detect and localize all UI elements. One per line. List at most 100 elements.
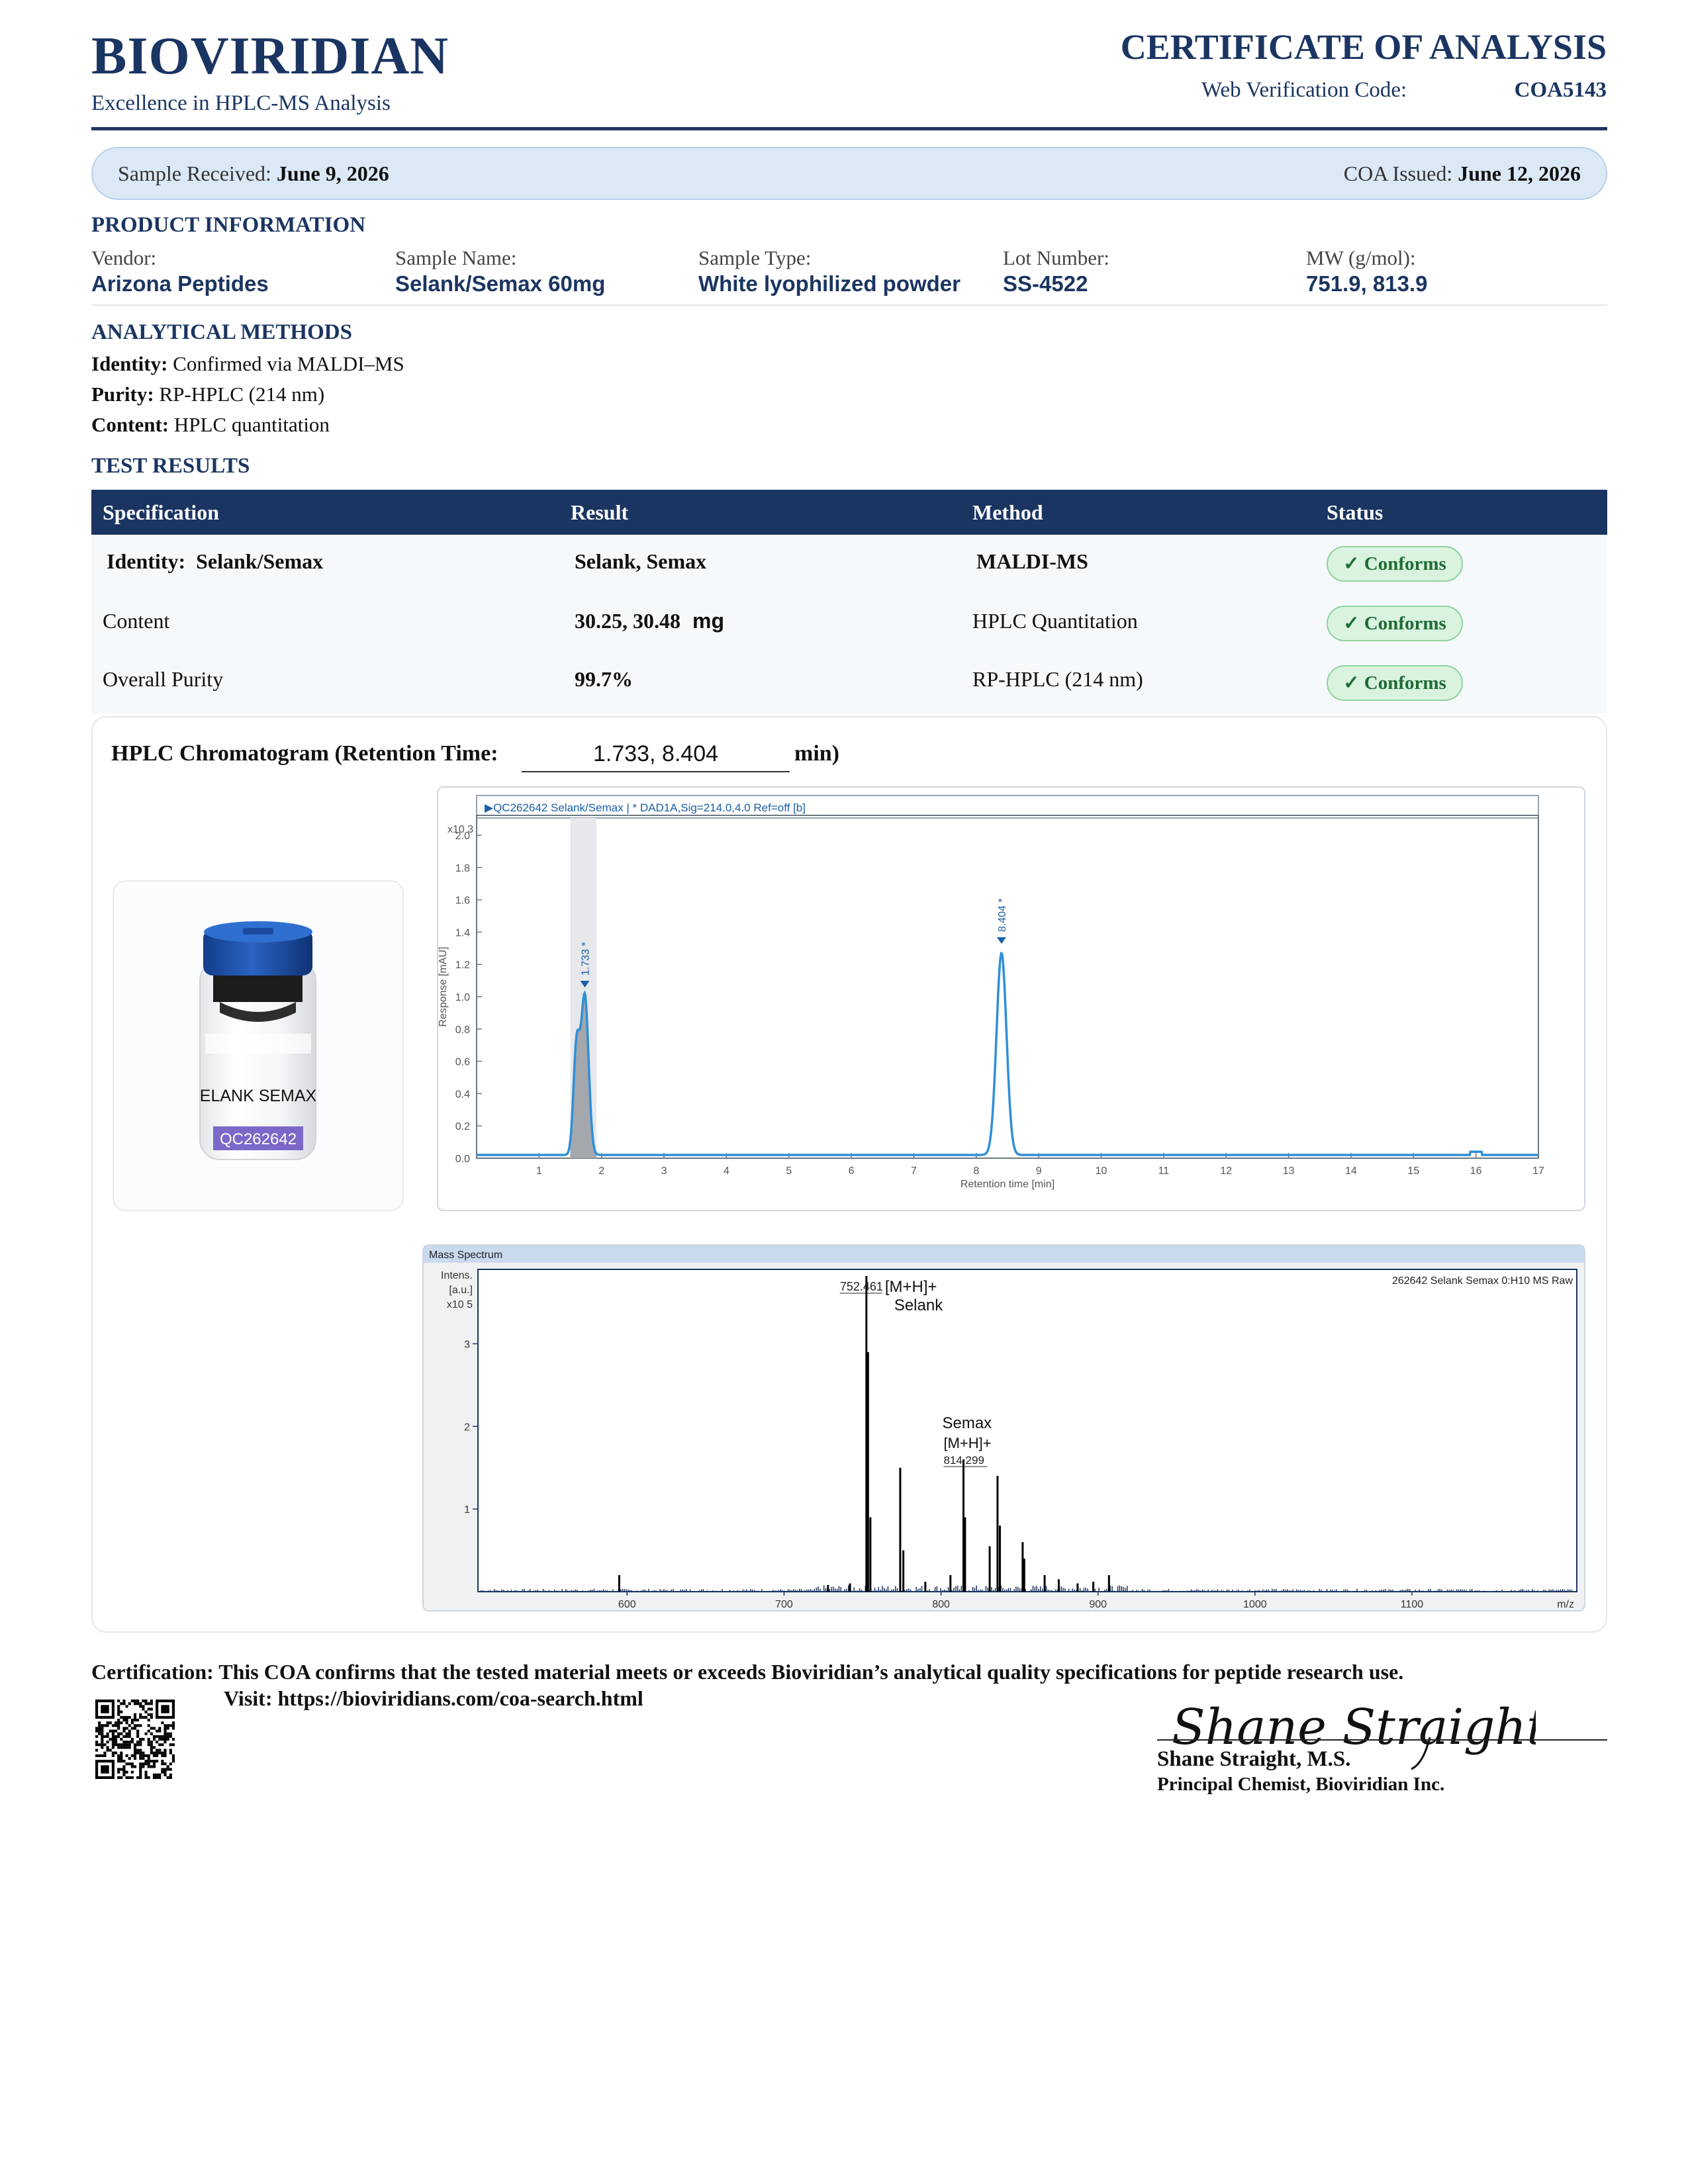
- qr-module: [120, 1768, 123, 1771]
- retention-time-unit: min): [794, 741, 839, 766]
- semax-name-label: Semax: [942, 1414, 992, 1432]
- ms-y-tick-label: 3: [464, 1339, 470, 1350]
- qr-module: [122, 1735, 126, 1738]
- qr-module: [128, 1715, 131, 1719]
- qr-module: [164, 1729, 167, 1733]
- qr-module: [136, 1732, 140, 1735]
- lot-number-label: Lot Number:: [1003, 246, 1109, 269]
- header-divider: [91, 127, 1607, 130]
- qr-module: [133, 1715, 137, 1719]
- qr-module: [130, 1721, 134, 1725]
- qr-module: [133, 1718, 137, 1722]
- qr-module: [120, 1776, 123, 1779]
- qr-module: [117, 1713, 120, 1716]
- qr-module: [152, 1751, 156, 1754]
- qr-module: [125, 1770, 128, 1774]
- signer-name: Shane Straight, M.S.: [1157, 1747, 1351, 1771]
- qr-module: [142, 1737, 145, 1741]
- date-bar: Sample Received: June 9, 2026 COA Issued…: [91, 147, 1607, 200]
- qr-module: [136, 1729, 140, 1733]
- peak-label: 1.733 *: [581, 942, 592, 976]
- qr-module: [164, 1741, 167, 1744]
- qr-module: [150, 1727, 153, 1730]
- qr-module: [117, 1770, 120, 1774]
- qr-module: [136, 1702, 140, 1706]
- plot-area: [476, 815, 1539, 1159]
- qr-module: [166, 1735, 169, 1738]
- qr-module: [171, 1754, 175, 1757]
- qr-module: [98, 1732, 101, 1735]
- qr-module: [161, 1743, 164, 1747]
- qr-module: [122, 1773, 126, 1776]
- qr-module: [171, 1756, 175, 1760]
- ms-x-tick-label: 700: [775, 1599, 793, 1610]
- purity-status-badge: ✓ Conforms: [1327, 665, 1463, 701]
- qr-module: [147, 1756, 150, 1760]
- qr-module: [147, 1754, 150, 1757]
- col-method: Method: [972, 500, 1043, 524]
- ms-file-label: 262642 Selank Semax 0:H10 MS Raw: [1392, 1275, 1573, 1287]
- sample-name-value: Selank/Semax 60mg: [395, 271, 606, 296]
- qr-module: [164, 1770, 167, 1774]
- qr-module: [161, 1751, 164, 1754]
- purity-result: 99.7%: [575, 667, 633, 691]
- qr-module: [164, 1751, 167, 1754]
- qr-module: [156, 1776, 159, 1779]
- qr-module: [95, 1735, 99, 1738]
- x-tick-label: 14: [1345, 1165, 1357, 1177]
- qr-module: [158, 1727, 162, 1730]
- qr-module: [125, 1705, 128, 1708]
- visit-url[interactable]: https://bioviridians.com/coa-search.html: [277, 1686, 643, 1710]
- x-tick-label: 5: [786, 1165, 792, 1177]
- x-tick-label: 8: [973, 1165, 979, 1177]
- qr-module: [111, 1741, 115, 1744]
- col-result: Result: [571, 500, 629, 524]
- qr-module: [130, 1727, 134, 1730]
- qr-module: [125, 1727, 128, 1730]
- qr-module: [139, 1765, 142, 1768]
- qr-code-icon[interactable]: [95, 1700, 175, 1779]
- method-content-value: HPLC quantitation: [173, 413, 330, 436]
- qr-module: [166, 1724, 169, 1727]
- qr-module: [133, 1756, 137, 1760]
- qr-module: [164, 1735, 167, 1738]
- content-status-badge: ✓ Conforms: [1327, 606, 1463, 641]
- qr-module: [98, 1727, 101, 1730]
- qr-module: [156, 1773, 159, 1776]
- results-title: TEST RESULTS: [91, 454, 250, 478]
- qr-module: [122, 1746, 126, 1749]
- qr-module: [128, 1776, 131, 1779]
- ms-x-tick-label: 800: [932, 1599, 950, 1610]
- x-tick-label: 1: [536, 1165, 542, 1177]
- qr-module: [142, 1756, 145, 1760]
- methods-title: ANALYTICAL METHODS: [91, 320, 352, 344]
- qr-module: [139, 1743, 142, 1747]
- qr-module: [152, 1754, 156, 1757]
- qr-module: [164, 1768, 167, 1771]
- y-tick-label: 0.8: [455, 1024, 470, 1036]
- qr-module: [139, 1776, 142, 1779]
- qr-module: [120, 1737, 123, 1741]
- ms-x-tick-label: 1100: [1401, 1599, 1424, 1610]
- qr-module: [122, 1718, 126, 1722]
- qr-module: [117, 1732, 120, 1735]
- qr-module: [152, 1773, 156, 1776]
- qr-module: [133, 1702, 137, 1706]
- verification-label: Web Verification Code:: [1201, 78, 1407, 102]
- qr-module: [171, 1721, 175, 1725]
- qr-module: [109, 1729, 112, 1733]
- qr-module: [139, 1702, 142, 1706]
- qr-finder-core: [101, 1765, 109, 1774]
- qr-module: [144, 1770, 148, 1774]
- qr-module: [133, 1751, 137, 1754]
- col-status: Status: [1327, 500, 1383, 524]
- qr-module: [120, 1710, 123, 1713]
- qr-module: [158, 1773, 162, 1776]
- qr-module: [142, 1751, 145, 1754]
- qr-module: [150, 1732, 153, 1735]
- qr-module: [161, 1737, 164, 1741]
- qr-module: [101, 1741, 104, 1744]
- qr-module: [161, 1754, 164, 1757]
- qr-module: [150, 1760, 153, 1763]
- purity-spec: Overall Purity: [103, 667, 224, 691]
